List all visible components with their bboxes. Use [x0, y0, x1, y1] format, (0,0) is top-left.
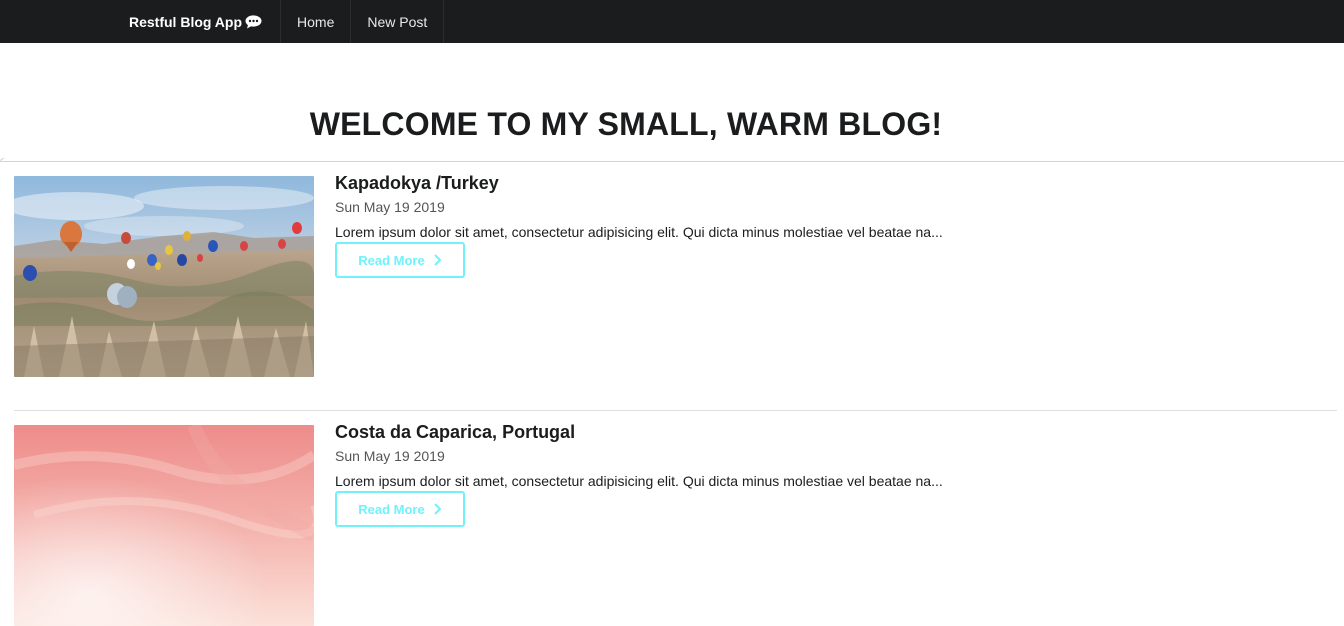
nav-home[interactable]: Home [281, 0, 352, 43]
post-title[interactable]: Costa da Caparica, Portugal [335, 421, 1315, 443]
post-excerpt: Lorem ipsum dolor sit amet, consectetur … [335, 473, 943, 489]
chevron-right-icon [433, 254, 442, 266]
nav-new-post[interactable]: New Post [351, 0, 445, 43]
read-more-label: Read More [358, 501, 425, 517]
read-more-button[interactable]: Read More [335, 491, 465, 527]
post-date: Sun May 19 2019 [335, 199, 445, 215]
post-image[interactable] [14, 176, 314, 377]
post-content: Costa da Caparica, Portugal Sun May 19 2… [335, 422, 1315, 527]
read-more-label: Read More [358, 252, 425, 268]
post-title[interactable]: Kapadokya /Turkey [335, 172, 1315, 194]
menu-spacer [0, 0, 113, 43]
brand-link[interactable]: Restful Blog App [113, 0, 282, 43]
nav-new-post-label: New Post [367, 13, 428, 30]
post-item: Costa da Caparica, Portugal Sun May 19 2… [14, 422, 1337, 626]
post-content: Kapadokya /Turkey Sun May 19 2019 Lorem … [335, 173, 1315, 278]
comment-dots-icon [245, 14, 262, 29]
title-divider [0, 161, 1344, 162]
item-divider [14, 410, 1337, 411]
top-menu: Restful Blog App Home New Post [0, 0, 1344, 43]
post-excerpt: Lorem ipsum dolor sit amet, consectetur … [335, 224, 943, 240]
brand-label: Restful Blog App [129, 13, 243, 30]
page-title: WELCOME TO MY SMALL, WARM BLOG! [309, 106, 943, 142]
nav-home-label: Home [297, 13, 335, 30]
chevron-right-icon [433, 503, 442, 515]
read-more-button[interactable]: Read More [335, 242, 465, 278]
post-date: Sun May 19 2019 [335, 448, 445, 464]
post-item: Kapadokya /Turkey Sun May 19 2019 Lorem … [14, 173, 1337, 396]
post-image[interactable] [14, 425, 314, 626]
